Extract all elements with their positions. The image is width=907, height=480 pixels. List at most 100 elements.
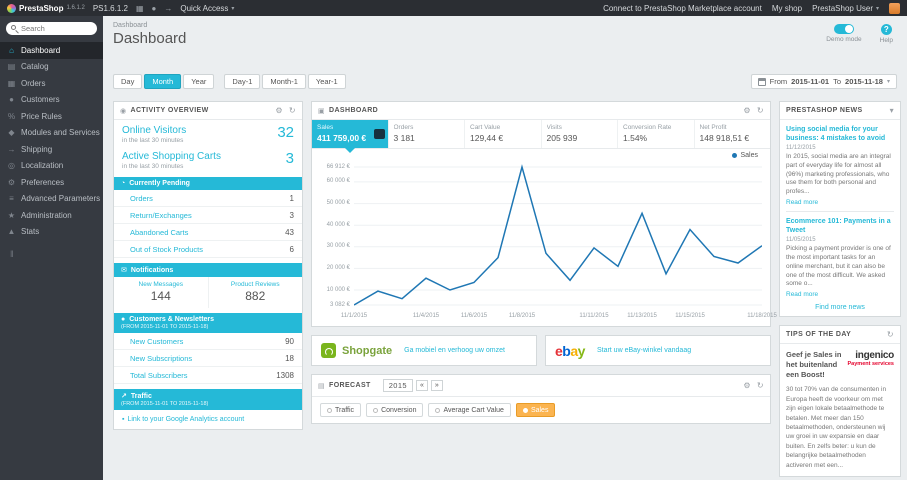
sidebar-item-customers[interactable]: ● Customers xyxy=(0,92,103,109)
read-more-link[interactable]: Read more xyxy=(786,199,818,206)
demo-mode-toggle[interactable] xyxy=(833,24,854,34)
activity-panel-header: ◉ ACTIVITY OVERVIEW ⚙ ↻ xyxy=(114,102,302,120)
help-icon[interactable]: ? xyxy=(880,24,892,35)
filter-day-button[interactable]: Day xyxy=(113,74,143,89)
date-range-picker[interactable]: From 2015-11-01 To 2015-11-18 ▾ xyxy=(750,74,897,89)
product-reviews-cell[interactable]: Product Reviews 882 xyxy=(209,277,303,308)
settings-icon[interactable]: ⚙ xyxy=(275,106,283,115)
ebay-logo-icon: ebay xyxy=(555,342,585,359)
ebay-promo[interactable]: ebay Start uw eBay-winkel vandaag xyxy=(545,335,771,366)
news-article-title-link[interactable]: Using social media for your business: 4 … xyxy=(786,125,894,143)
avatar[interactable] xyxy=(889,2,900,14)
cart-icon[interactable]: ▦ xyxy=(136,4,144,13)
row-value: 6 xyxy=(289,244,294,254)
refresh-icon[interactable]: ↻ xyxy=(289,106,296,115)
user-menu[interactable]: PrestaShop User ▾ xyxy=(812,4,879,13)
filter-year-1-button[interactable]: Year-1 xyxy=(307,74,346,89)
prestashop-logo-icon xyxy=(7,3,16,13)
shopgate-link[interactable]: Ga mobiel en verhoog uw omzet xyxy=(404,347,505,354)
plot-area: 11/1/2015 11/4/2015 11/6/2015 11/8/2015 11/1… xyxy=(341,161,777,322)
filter-month-button[interactable]: Month xyxy=(144,74,182,89)
google-analytics-link[interactable]: ▪ Link to your Google Analytics account xyxy=(114,410,302,429)
customers-row[interactable]: New Customers 90 xyxy=(114,333,302,350)
sidebar-item-dashboard[interactable]: ⌂ Dashboard xyxy=(0,42,103,59)
metric-sales[interactable]: Sales 411 759,00 € xyxy=(312,120,389,153)
read-more-link[interactable]: Read more xyxy=(786,291,818,298)
forecast-year-prev[interactable]: « xyxy=(416,380,428,391)
metric-conversion-rate[interactable]: Conversion Rate 1.54% xyxy=(618,120,695,148)
sidebar-item-label: Advanced Parameters xyxy=(21,194,101,204)
ingenico-tagline: Payment services xyxy=(847,361,894,368)
collapse-icon[interactable]: ▾ xyxy=(890,106,894,115)
online-visitors-stat[interactable]: Online Visitors 32 in the last 30 minute… xyxy=(114,120,302,146)
metric-orders[interactable]: Orders 3 181 xyxy=(389,120,465,148)
forecast-year[interactable]: 2015 xyxy=(382,379,414,392)
refresh-icon[interactable]: ↻ xyxy=(757,381,764,390)
sidebar-item-shipping[interactable]: → Shipping xyxy=(0,141,103,158)
metric-cart-value[interactable]: Cart Value 129,44 € xyxy=(465,120,542,148)
refresh-icon[interactable]: ↻ xyxy=(887,330,894,339)
settings-icon[interactable]: ⚙ xyxy=(743,381,751,390)
sidebar-item-preferences[interactable]: ⚙ Preferences xyxy=(0,174,103,191)
legend-label: Traffic xyxy=(335,406,355,414)
forecast-legend-traffic[interactable]: Traffic xyxy=(320,403,362,417)
my-shop-link[interactable]: My shop xyxy=(772,4,802,13)
delivery-quick-icon[interactable]: → xyxy=(164,4,172,13)
administration-icon: ★ xyxy=(7,210,16,220)
forecast-year-next[interactable]: » xyxy=(430,380,443,391)
new-messages-cell[interactable]: New Messages 144 xyxy=(114,277,209,308)
filter-month-1-button[interactable]: Month-1 xyxy=(262,74,306,89)
customers-row[interactable]: New Subscriptions 18 xyxy=(114,350,302,367)
preferences-icon: ⚙ xyxy=(7,177,16,187)
search-input[interactable] xyxy=(6,22,97,35)
sidebar-item-orders[interactable]: ▦ Orders xyxy=(0,75,103,92)
header-controls: Demo mode ? Help xyxy=(826,24,893,44)
pending-row[interactable]: Abandoned Carts 43 xyxy=(114,224,302,241)
sidebar-item-advanced-parameters[interactable]: ≡ Advanced Parameters xyxy=(0,191,103,208)
active-carts-stat[interactable]: Active Shopping Carts 3 in the last 30 m… xyxy=(114,146,302,172)
forecast-legend-sales[interactable]: Sales xyxy=(515,403,556,417)
sidebar-item-price-rules[interactable]: % Price Rules xyxy=(0,108,103,125)
forecast-legend-conversion[interactable]: Conversion xyxy=(366,403,424,417)
prestashop-logo[interactable]: PrestaShop 1.6.1.2 xyxy=(7,3,85,13)
sidebar-item-stats[interactable]: ▲ Stats xyxy=(0,224,103,241)
refresh-icon[interactable]: ↻ xyxy=(757,106,764,115)
news-panel-header: PRESTASHOP NEWS ▾ xyxy=(780,102,900,120)
page-header: Dashboard Dashboard Demo mode ? Help xyxy=(103,16,907,47)
sidebar-collapse-toggle[interactable]: ‖ xyxy=(10,249,103,259)
news-article-title-link[interactable]: Ecommerce 101: Payments in a Tweet xyxy=(786,217,894,235)
chart-legend-sales[interactable]: Sales xyxy=(732,152,758,159)
marketplace-link[interactable]: Connect to PrestaShop Marketplace accoun… xyxy=(603,4,762,13)
customers-quick-icon[interactable]: ● xyxy=(152,4,157,13)
pending-row[interactable]: Out of Stock Products 6 xyxy=(114,241,302,258)
metric-visits[interactable]: Visits 205 939 xyxy=(542,120,618,148)
stat-value: 3 xyxy=(285,150,294,167)
metric-label: Net Profit xyxy=(699,124,727,131)
help-control: ? Help xyxy=(880,24,893,44)
filter-year-button[interactable]: Year xyxy=(183,74,215,89)
metric-net-profit[interactable]: Net Profit 148 918,51 € xyxy=(695,120,771,148)
sidebar-item-localization[interactable]: ◎ Localization xyxy=(0,158,103,175)
date-from-label: From xyxy=(769,77,788,86)
sidebar-item-administration[interactable]: ★ Administration xyxy=(0,207,103,224)
forecast-legend-average-cart-value[interactable]: Average Cart Value xyxy=(428,403,511,417)
x-axis-tick-label: 11/11/2015 xyxy=(579,313,609,319)
settings-icon[interactable]: ⚙ xyxy=(743,106,751,115)
shop-name-link[interactable]: PS1.6.1.2 xyxy=(93,4,128,13)
row-value: 3 xyxy=(289,210,294,220)
orders-icon: ▦ xyxy=(7,78,16,88)
pending-row[interactable]: Orders 1 xyxy=(114,190,302,207)
pending-row[interactable]: Return/Exchanges 3 xyxy=(114,207,302,224)
ebay-link[interactable]: Start uw eBay-winkel vandaag xyxy=(597,347,691,354)
y-axis-tick-label: 40 000 € xyxy=(326,221,350,228)
shopgate-promo[interactable]: Shopgate Ga mobiel en verhoog uw omzet xyxy=(311,335,537,366)
section-title: Customers & Newsletters xyxy=(129,316,215,323)
sidebar-item-catalog[interactable]: ▤ Catalog xyxy=(0,59,103,76)
filter-day-1-button[interactable]: Day-1 xyxy=(224,74,261,89)
find-more-news-link[interactable]: Find more news xyxy=(786,304,894,311)
sidebar-item-modules[interactable]: ◆ Modules and Services xyxy=(0,125,103,142)
quick-access-menu[interactable]: Quick Access ▾ xyxy=(180,4,234,13)
forecast-panel: ▤ FORECAST 2015 « » ⚙ ↻ Traffic Conversi… xyxy=(311,374,771,424)
demo-mode-control: Demo mode xyxy=(826,24,862,44)
customers-row[interactable]: Total Subscribers 1308 xyxy=(114,367,302,384)
